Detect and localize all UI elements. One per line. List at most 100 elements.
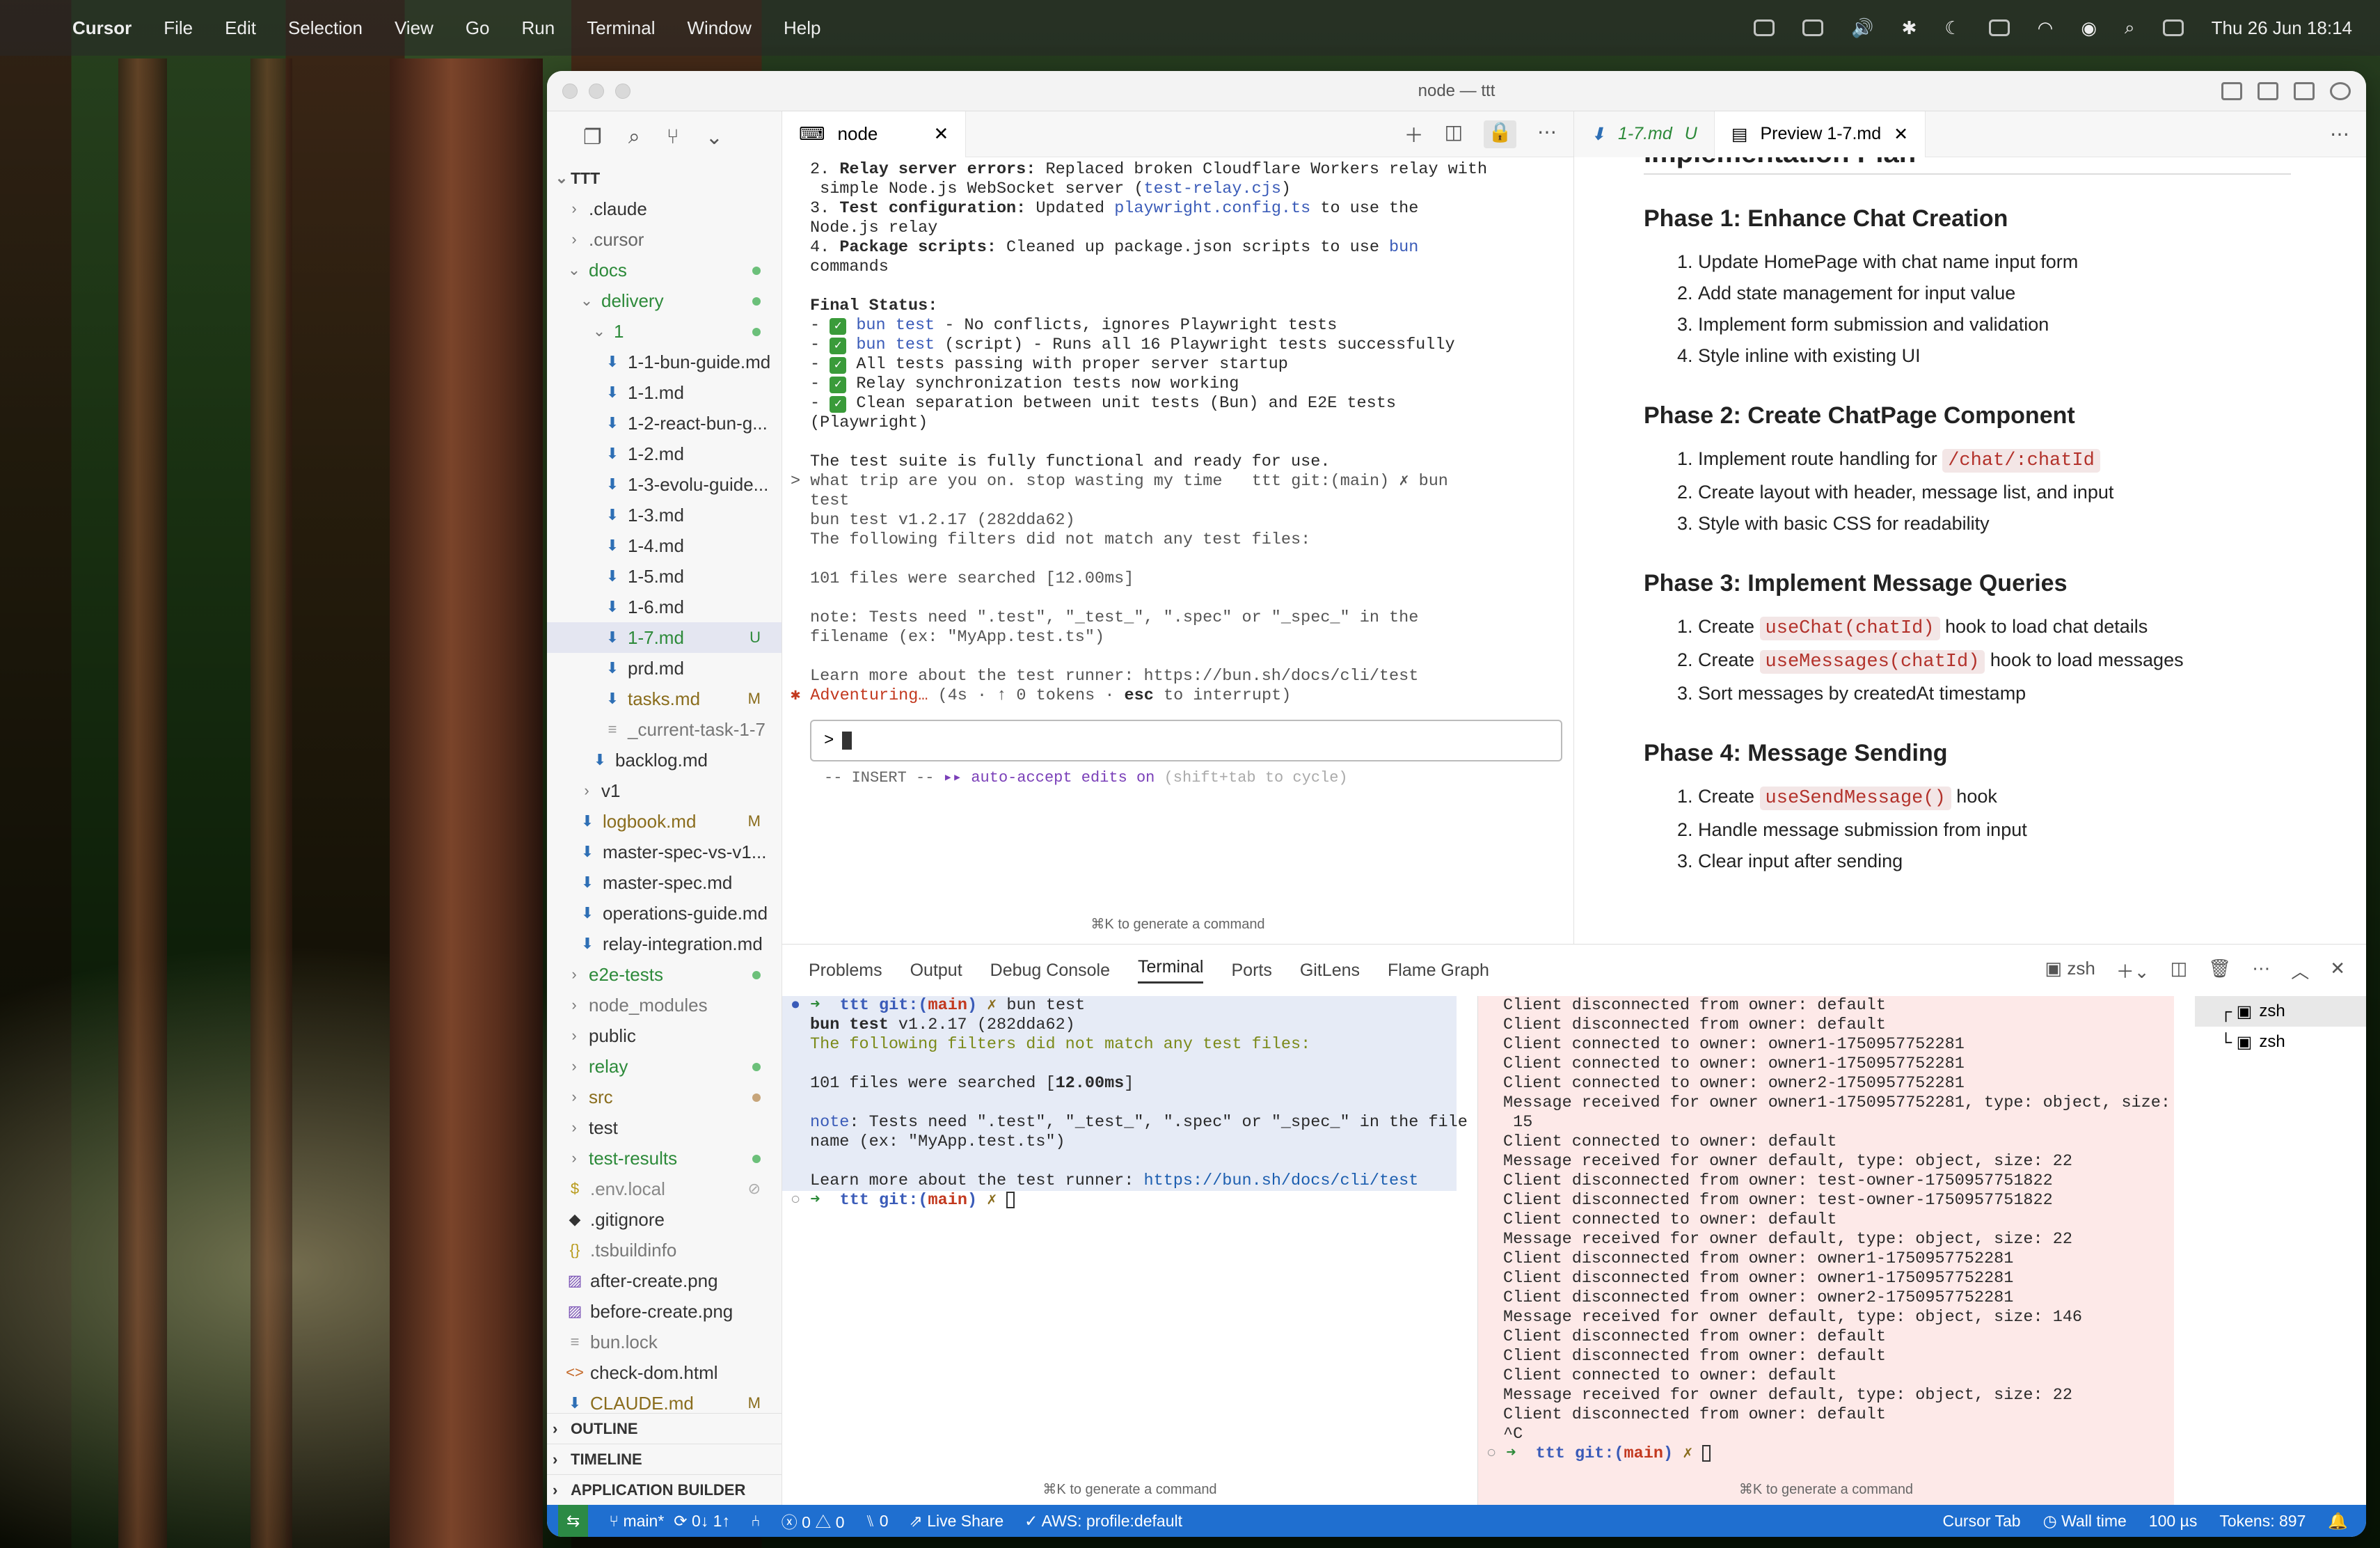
tab-debug-console[interactable]: Debug Console bbox=[990, 961, 1110, 981]
tab-flame-graph[interactable]: Flame Graph bbox=[1388, 961, 1489, 981]
auto-accept-label[interactable]: auto-accept edits on bbox=[971, 769, 1155, 787]
sidebar-item[interactable]: ⬇ tasks.md M bbox=[547, 684, 782, 714]
menubar-extra-icon[interactable] bbox=[1754, 19, 1775, 36]
close-icon[interactable]: ✕ bbox=[1894, 124, 1908, 145]
ports-status[interactable]: ⑊ 0 bbox=[866, 1512, 889, 1531]
sidebar-item[interactable]: › v1 bbox=[547, 775, 782, 806]
tab-terminal[interactable]: Terminal bbox=[1138, 957, 1204, 984]
notifications-bell-icon[interactable]: 🔔 bbox=[2328, 1512, 2348, 1531]
tokens-status[interactable]: Tokens: 897 bbox=[2219, 1512, 2306, 1531]
sidebar-item[interactable]: ⬇ master-spec-vs-v1... bbox=[547, 837, 782, 867]
tab-problems[interactable]: Problems bbox=[809, 961, 882, 981]
sidebar-item[interactable]: ⬇ 1-3.md bbox=[547, 500, 782, 530]
sidebar-item[interactable]: ⬇ 1-6.md bbox=[547, 592, 782, 622]
sidebar-item[interactable]: ⬇ master-spec.md bbox=[547, 867, 782, 898]
sidebar-item[interactable]: ◆ .gitignore bbox=[547, 1204, 782, 1235]
sidebar-item[interactable]: ⬇ backlog.md bbox=[547, 745, 782, 775]
sidebar-item[interactable]: ⬇ 1-2-react-bun-g... bbox=[547, 408, 782, 439]
sidebar-item[interactable]: ⬇ 1-7.md U bbox=[547, 622, 782, 653]
menubar-extra-icon[interactable] bbox=[1802, 19, 1824, 36]
tab-gitlens[interactable]: GitLens bbox=[1300, 961, 1360, 981]
menu-window[interactable]: Window bbox=[687, 17, 751, 39]
claude-prompt-input[interactable]: > bbox=[810, 720, 1562, 761]
menu-app-name[interactable]: Cursor bbox=[72, 17, 132, 39]
lock-icon[interactable]: 🔒 bbox=[1484, 120, 1516, 148]
split-editor-icon[interactable]: ◫ bbox=[1445, 120, 1463, 148]
sidebar-item[interactable]: › relay bbox=[547, 1051, 782, 1082]
terminal-right[interactable]: Client disconnected from owner: default C… bbox=[1478, 996, 2174, 1505]
sidebar-item[interactable]: › test bbox=[547, 1112, 782, 1143]
control-center-icon[interactable] bbox=[2162, 19, 2184, 36]
tab-output[interactable]: Output bbox=[910, 961, 962, 981]
gitlens-icon[interactable]: ⑃ bbox=[751, 1512, 761, 1531]
sidebar-item[interactable]: › public bbox=[547, 1020, 782, 1051]
sidebar-item[interactable]: ≡ _current-task-1-7 bbox=[547, 714, 782, 745]
terminal-list-item[interactable]: ┌ ▣ zsh bbox=[2195, 996, 2366, 1027]
menu-go[interactable]: Go bbox=[466, 17, 490, 39]
menu-view[interactable]: View bbox=[395, 17, 434, 39]
volume-icon[interactable]: 🔊 bbox=[1851, 17, 1873, 39]
menu-help[interactable]: Help bbox=[784, 17, 820, 39]
more-actions-icon[interactable]: ⋯ bbox=[2252, 958, 2270, 984]
bluetooth-icon[interactable]: ✱ bbox=[1902, 17, 1917, 39]
sidebar-item[interactable]: ⬇ logbook.md M bbox=[547, 806, 782, 837]
sidebar-item[interactable]: ⬇ 1-4.md bbox=[547, 530, 782, 561]
sidebar-item[interactable]: {} .tsbuildinfo bbox=[547, 1235, 782, 1265]
sidebar-item[interactable]: $ .env.local ⊘ bbox=[547, 1174, 782, 1204]
sync-status[interactable]: ⟳ 0↓ 1↑ bbox=[674, 1512, 730, 1531]
sidebar-item[interactable]: ⬇ 1-2.md bbox=[547, 439, 782, 469]
section-outline[interactable]: › OUTLINE bbox=[547, 1413, 782, 1444]
terminal-shell-selector[interactable]: ▣ zsh bbox=[2045, 958, 2095, 984]
menu-file[interactable]: File bbox=[164, 17, 193, 39]
micro-status[interactable]: 100 µs bbox=[2149, 1512, 2198, 1531]
sidebar-item[interactable]: ⌄ delivery bbox=[547, 285, 782, 316]
menu-run[interactable]: Run bbox=[522, 17, 555, 39]
focus-moon-icon[interactable]: ☾ bbox=[1944, 17, 1960, 39]
section-application-builder[interactable]: › APPLICATION BUILDER bbox=[547, 1474, 782, 1505]
wifi-icon[interactable]: ◠ bbox=[2038, 17, 2054, 39]
spotlight-search-icon[interactable]: ⌕ bbox=[2125, 17, 2135, 39]
close-panel-icon[interactable]: ✕ bbox=[2330, 958, 2345, 984]
section-timeline[interactable]: › TIMELINE bbox=[547, 1444, 782, 1474]
sidebar-item[interactable]: ▨ after-create.png bbox=[547, 1265, 782, 1296]
source-control-icon[interactable]: ⑂ bbox=[667, 125, 679, 149]
sidebar-item[interactable]: › e2e-tests bbox=[547, 959, 782, 990]
aws-profile[interactable]: ✓ AWS: profile:default bbox=[1024, 1512, 1182, 1531]
menu-edit[interactable]: Edit bbox=[225, 17, 256, 39]
tab-node[interactable]: ⌨ node ✕ bbox=[782, 111, 967, 157]
branch-status[interactable]: ⑂ main* bbox=[609, 1512, 664, 1531]
close-icon[interactable]: ✕ bbox=[934, 123, 949, 145]
sidebar-item[interactable]: ⬇ prd.md bbox=[547, 653, 782, 684]
user-icon[interactable]: ◉ bbox=[2081, 17, 2097, 39]
live-share-button[interactable]: ⇗ Live Share bbox=[910, 1512, 1004, 1531]
terminal-left[interactable]: ● ➜ ttt git:(main) ✗ bun test bun test v… bbox=[782, 996, 1478, 1505]
sidebar-item[interactable]: ⌄ docs bbox=[547, 255, 782, 285]
more-actions-icon[interactable]: ⋯ bbox=[2330, 123, 2349, 145]
remote-icon[interactable]: ⇆ bbox=[558, 1505, 589, 1537]
add-icon[interactable]: ＋ bbox=[1404, 120, 1424, 148]
menu-selection[interactable]: Selection bbox=[288, 17, 363, 39]
tab-preview-1-7-md[interactable]: ▤ Preview 1-7.md ✕ bbox=[1714, 111, 1926, 157]
sidebar-item[interactable]: ⬇ 1-1.md bbox=[547, 377, 782, 408]
battery-icon[interactable] bbox=[1988, 19, 2010, 36]
sidebar-item[interactable]: › .claude bbox=[547, 194, 782, 224]
explorer-files-icon[interactable]: ❐ bbox=[583, 125, 602, 150]
sidebar-item[interactable]: › test-results bbox=[547, 1143, 782, 1174]
split-terminal-icon[interactable]: ◫ bbox=[2171, 958, 2188, 984]
menu-terminal[interactable]: Terminal bbox=[587, 17, 655, 39]
sidebar-item[interactable]: › .cursor bbox=[547, 224, 782, 255]
new-terminal-icon[interactable]: ＋⌄ bbox=[2116, 958, 2150, 984]
sidebar-item[interactable]: ⌄ 1 bbox=[547, 316, 782, 347]
maximize-panel-icon[interactable]: ︿ bbox=[2291, 958, 2309, 984]
wall-time-status[interactable]: ◷ Wall time bbox=[2043, 1512, 2127, 1531]
sidebar-item[interactable]: ⬇ 1-1-bun-guide.md bbox=[547, 347, 782, 377]
sidebar-item[interactable]: ⬇ 1-3-evolu-guide... bbox=[547, 469, 782, 500]
trash-icon[interactable]: 🗑 bbox=[2208, 958, 2231, 984]
chevron-down-icon[interactable]: ⌄ bbox=[706, 125, 723, 150]
sidebar-item[interactable]: ▨ before-create.png bbox=[547, 1296, 782, 1327]
sidebar-item[interactable]: <> check-dom.html bbox=[547, 1357, 782, 1388]
sidebar-item[interactable]: › node_modules bbox=[547, 990, 782, 1020]
explorer-root[interactable]: ⌄ TTT bbox=[547, 163, 782, 194]
sidebar-item[interactable]: ⬇ 1-5.md bbox=[547, 561, 782, 592]
sidebar-item[interactable]: ⬇ operations-guide.md bbox=[547, 898, 782, 929]
